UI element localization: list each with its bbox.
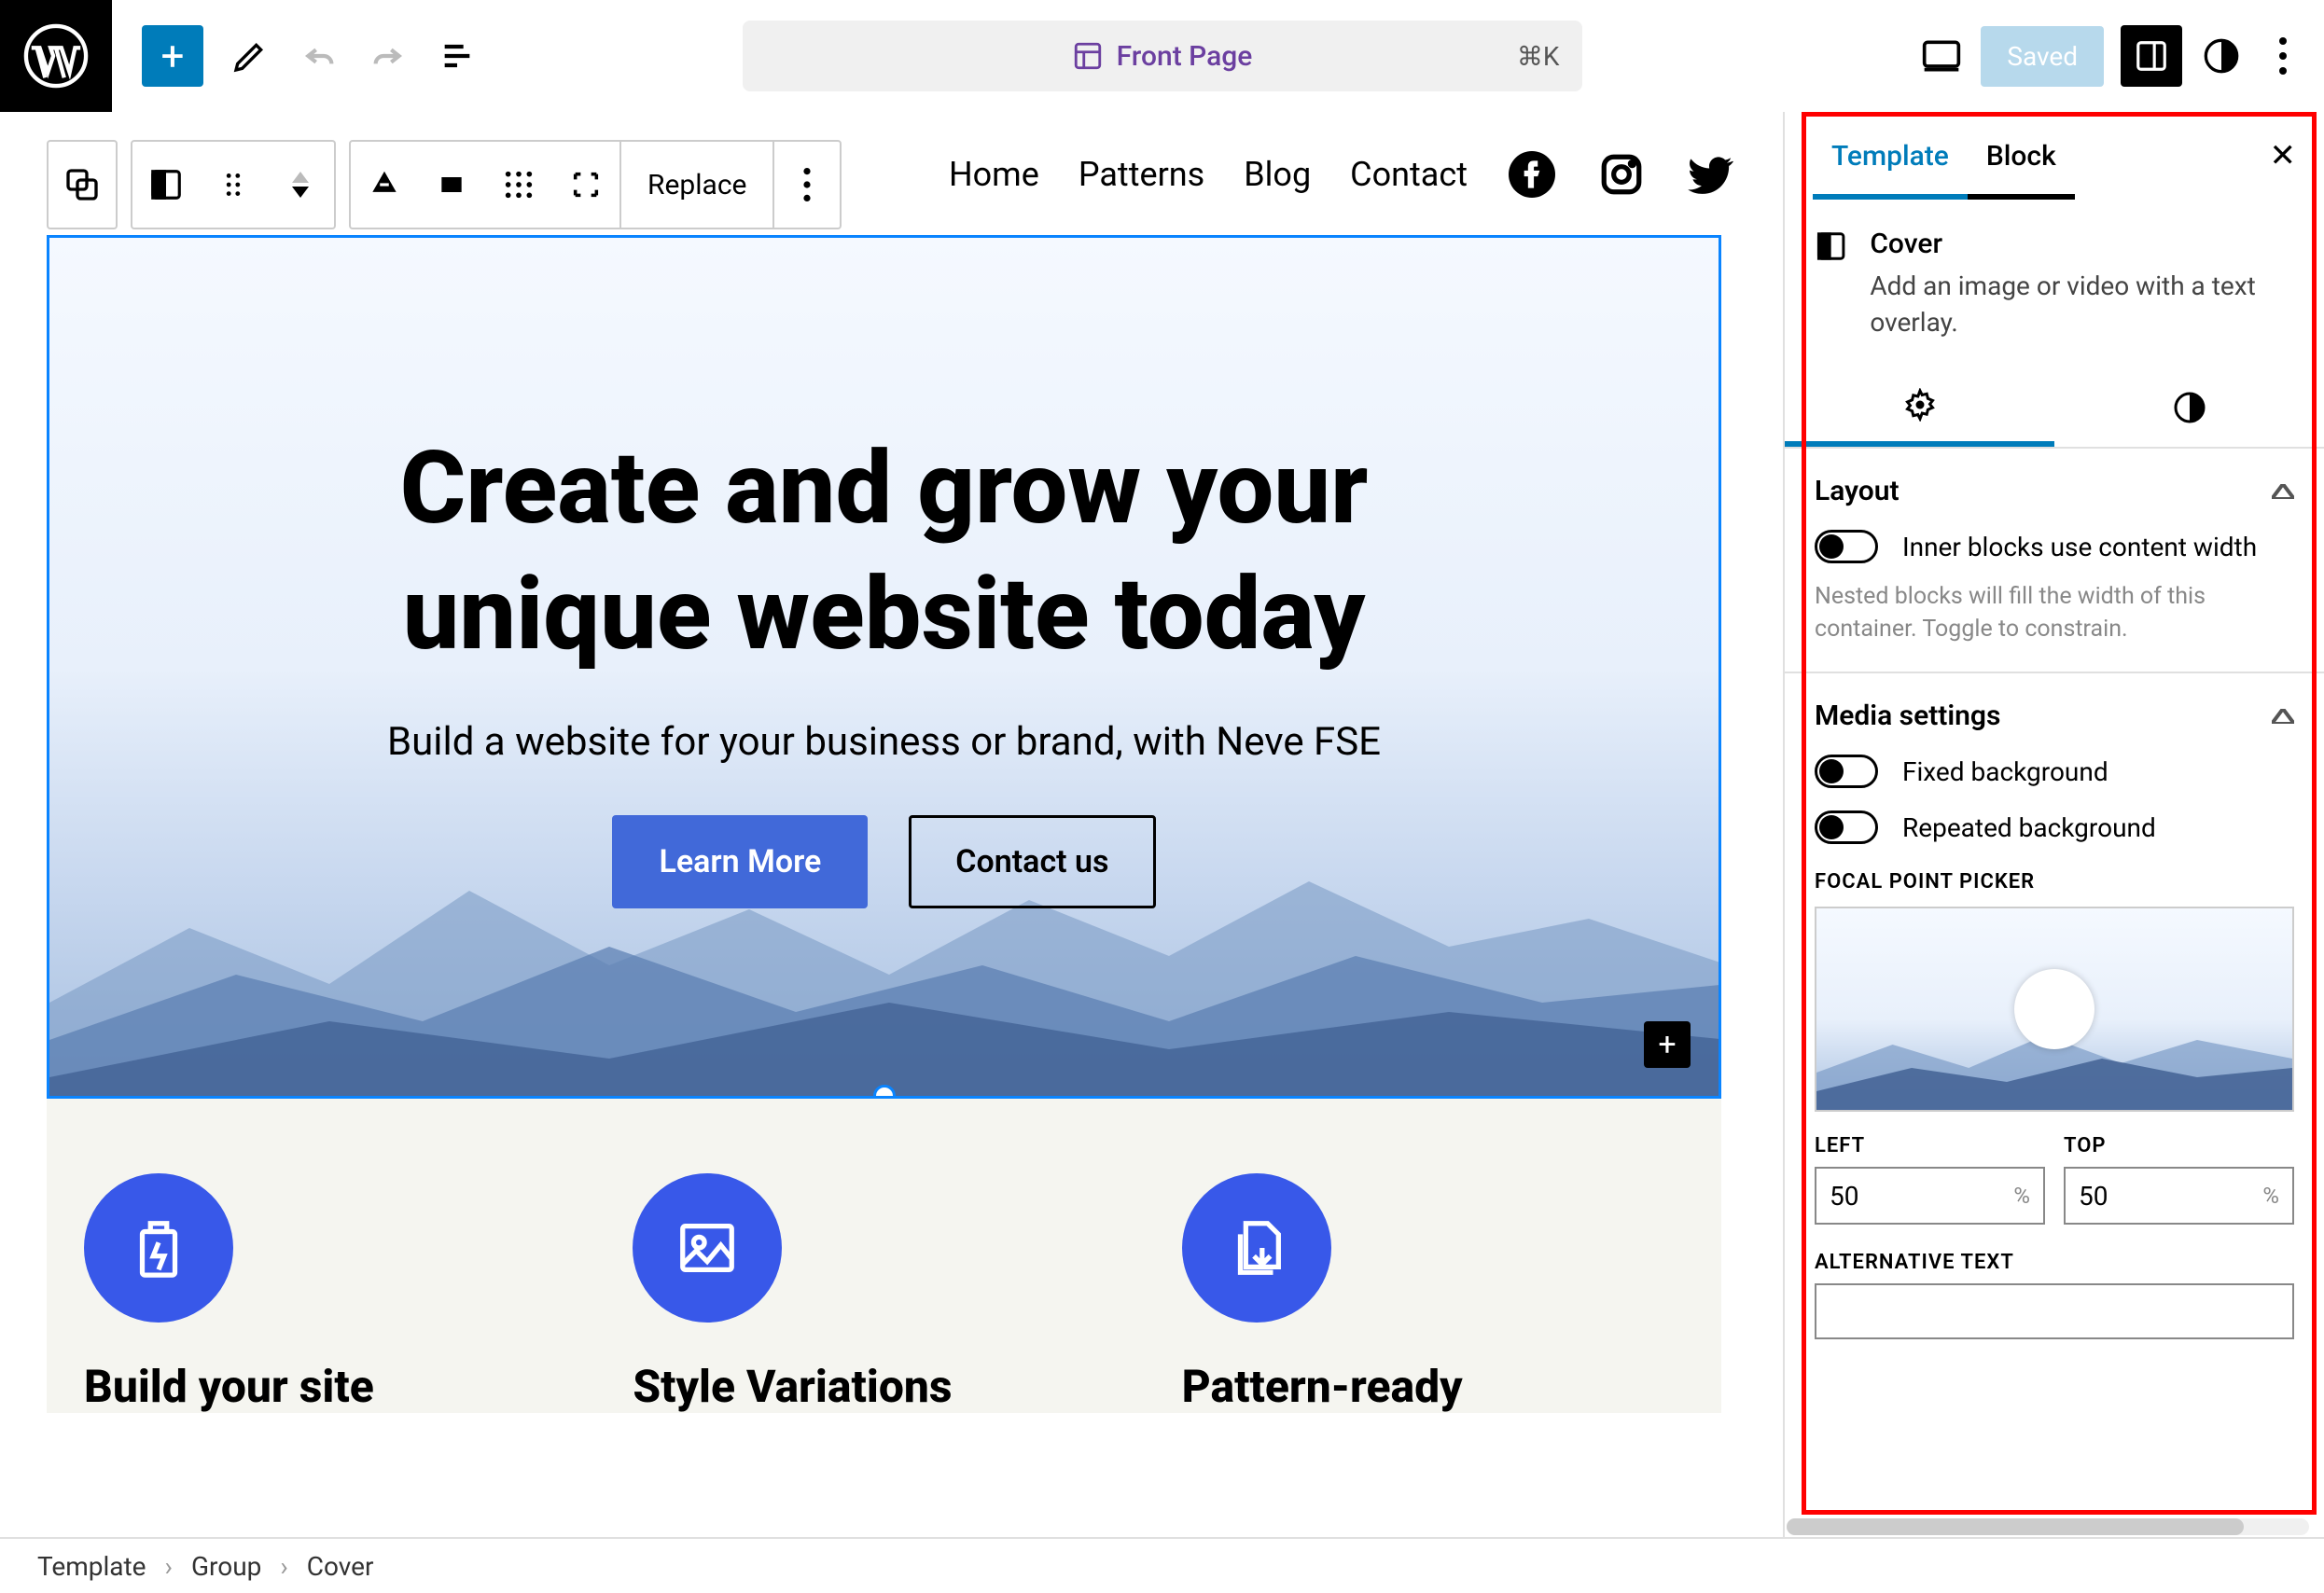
horizontal-scrollbar[interactable] xyxy=(1787,1518,2309,1535)
shortcut-hint: ⌘K xyxy=(1517,41,1560,72)
editor-canvas: Replace Home Patterns Blog Contact Creat… xyxy=(0,112,1783,1537)
breadcrumb-item[interactable]: Group xyxy=(191,1551,261,1582)
align-icon[interactable] xyxy=(351,142,418,228)
block-description: Add an image or video with a text overla… xyxy=(1870,268,2294,340)
nav-link-blog[interactable]: Blog xyxy=(1244,155,1311,194)
chevron-up-icon[interactable] xyxy=(2272,484,2294,499)
chevron-right-icon: › xyxy=(280,1551,287,1582)
feature-item: Pattern-ready xyxy=(1182,1173,1684,1413)
add-inner-block-button[interactable]: + xyxy=(1644,1021,1691,1068)
toggle-label: Inner blocks use content width xyxy=(1902,532,2257,562)
alt-text-input[interactable] xyxy=(1815,1283,2294,1339)
content-position-icon[interactable] xyxy=(418,142,485,228)
view-desktop-icon[interactable] xyxy=(1919,34,1964,78)
document-title-bar[interactable]: Front Page ⌘K xyxy=(743,21,1582,91)
grid-icon[interactable] xyxy=(485,142,552,228)
toggle-label: Repeated background xyxy=(1902,812,2156,843)
nav-link-patterns[interactable]: Patterns xyxy=(1079,155,1204,194)
focal-point-label: FOCAL POINT PICKER xyxy=(1815,870,2294,893)
fullheight-icon[interactable] xyxy=(552,142,619,228)
block-name: Cover xyxy=(1870,228,2294,260)
block-more-icon[interactable] xyxy=(772,142,840,228)
close-icon[interactable]: ✕ xyxy=(2270,137,2297,174)
cover-subheading[interactable]: Build a website for your business or bra… xyxy=(387,719,1381,765)
settings-sidebar: Template Block ✕ Cover Add an image or v… xyxy=(1783,112,2324,1537)
site-navigation: Home Patterns Blog Contact xyxy=(949,149,1736,200)
breadcrumb-item[interactable]: Template xyxy=(37,1551,146,1582)
left-label: LEFT xyxy=(1815,1134,2045,1157)
top-label: TOP xyxy=(2064,1134,2294,1157)
top-input[interactable]: 50% xyxy=(2064,1167,2294,1225)
left-input[interactable]: 50% xyxy=(1815,1167,2045,1225)
replace-button[interactable]: Replace xyxy=(619,142,772,228)
redo-icon[interactable] xyxy=(366,34,411,78)
panel-title: Media settings xyxy=(1815,700,2000,732)
features-row: Build your site Style Variations Pattern… xyxy=(47,1099,1721,1413)
content-width-toggle[interactable] xyxy=(1815,530,1878,563)
top-toolbar: + Front Page ⌘K Saved xyxy=(0,0,2324,112)
more-menu-icon[interactable] xyxy=(2261,34,2305,78)
media-settings-panel: Media settings Fixed background Repeated… xyxy=(1785,673,2324,1365)
focal-point-handle[interactable] xyxy=(2014,969,2094,1049)
add-block-button[interactable]: + xyxy=(142,25,203,87)
top-right-controls: Saved xyxy=(1895,25,2305,87)
drag-handle-icon[interactable] xyxy=(200,142,267,228)
tab-template[interactable]: Template xyxy=(1813,112,1968,200)
cover-block-icon[interactable] xyxy=(132,142,200,228)
breadcrumb-item[interactable]: Cover xyxy=(307,1551,374,1582)
styles-tab-icon[interactable] xyxy=(2054,368,2324,447)
panel-title: Layout xyxy=(1815,475,1900,507)
battery-icon xyxy=(84,1173,233,1323)
tab-block[interactable]: Block xyxy=(1968,112,2075,200)
twitter-icon[interactable] xyxy=(1686,149,1736,200)
chevron-right-icon: › xyxy=(165,1551,173,1582)
learn-more-button[interactable]: Learn More xyxy=(612,815,868,908)
contact-us-button[interactable]: Contact us xyxy=(909,815,1155,908)
undo-icon[interactable] xyxy=(297,34,341,78)
settings-tab-icon[interactable] xyxy=(1785,368,2054,447)
sidebar-subtabs xyxy=(1785,368,2324,449)
cover-heading[interactable]: Create and grow yourunique website today xyxy=(400,426,1369,678)
parent-block-icon[interactable] xyxy=(49,142,116,228)
facebook-icon[interactable] xyxy=(1507,149,1557,200)
repeated-background-toggle[interactable] xyxy=(1815,810,1878,844)
feature-item: Build your site xyxy=(84,1173,586,1413)
instagram-icon[interactable] xyxy=(1596,149,1647,200)
chevron-up-icon[interactable] xyxy=(2272,709,2294,724)
nav-link-home[interactable]: Home xyxy=(949,155,1039,194)
document-title: Front Page xyxy=(1117,40,1253,73)
fixed-background-toggle[interactable] xyxy=(1815,755,1878,788)
feature-item: Style Variations xyxy=(633,1173,1134,1413)
wordpress-logo[interactable] xyxy=(0,0,112,112)
settings-panel-toggle[interactable] xyxy=(2121,25,2182,87)
cover-icon xyxy=(1815,228,1847,265)
help-text: Nested blocks will fill the width of thi… xyxy=(1815,580,2294,645)
cover-block[interactable]: Create and grow yourunique website today… xyxy=(47,235,1721,1099)
image-icon xyxy=(633,1173,782,1323)
sidebar-tabs: Template Block ✕ xyxy=(1785,112,2324,200)
nav-link-contact[interactable]: Contact xyxy=(1350,155,1468,194)
focal-point-picker[interactable] xyxy=(1815,907,2294,1112)
download-icon xyxy=(1182,1173,1331,1323)
toggle-label: Fixed background xyxy=(1902,756,2108,787)
feature-title: Build your site xyxy=(84,1360,586,1413)
breadcrumb: Template › Group › Cover xyxy=(0,1537,2324,1593)
feature-title: Style Variations xyxy=(633,1360,1134,1413)
edit-tool-icon[interactable] xyxy=(228,34,272,78)
block-info: Cover Add an image or video with a text … xyxy=(1785,200,2324,368)
save-button[interactable]: Saved xyxy=(1981,26,2104,87)
layout-panel: Layout Inner blocks use content width Ne… xyxy=(1785,449,2324,673)
cover-buttons: Learn More Contact us xyxy=(612,815,1155,908)
feature-title: Pattern-ready xyxy=(1182,1360,1684,1413)
move-arrows-icon[interactable] xyxy=(267,142,334,228)
list-view-icon[interactable] xyxy=(435,34,480,78)
alt-text-label: ALTERNATIVE TEXT xyxy=(1815,1251,2294,1274)
styles-icon[interactable] xyxy=(2199,34,2244,78)
